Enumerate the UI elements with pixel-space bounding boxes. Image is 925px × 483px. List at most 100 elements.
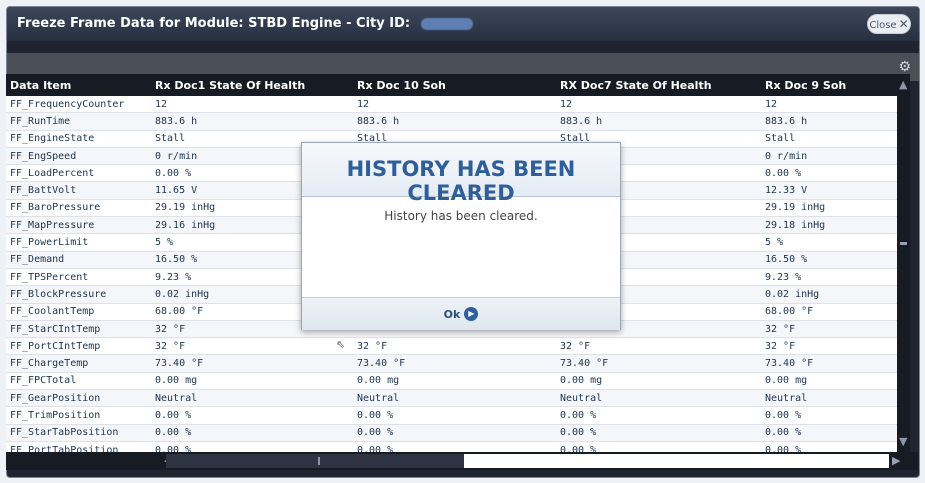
value-cell: 0.00 % [353,441,556,452]
value-cell: 0.00 % [556,424,761,442]
window-title: Freeze Frame Data for Module: STBD Engin… [17,16,473,31]
table-row[interactable]: FF_FPCTotal 0.00 mg 0.00 mg 0.00 mg 0.00 mg [6,372,897,391]
scroll-up-icon[interactable]: ▲ [899,78,907,91]
value-cell: 0.00 % [761,441,897,452]
value-cell: 12.33 V [761,181,897,200]
column-header[interactable]: Rx Doc 10 Soh [353,74,556,96]
data-item-cell: FF_LoadPercent [6,164,151,183]
data-item-cell: FF_Demand [6,251,151,269]
value-cell: 73.40 °F [151,354,353,373]
close-icon: ✕ [898,17,909,31]
gear-icon[interactable]: ⚙ [898,60,911,74]
vertical-scrollbar[interactable]: ▲ ▼ [897,74,910,452]
value-cell: 0.00 mg [353,372,556,391]
data-item-cell: FF_MapPressure [6,216,151,235]
scroll-right-icon[interactable]: ▶ [892,454,900,467]
value-cell: 12 [761,96,897,114]
value-cell: 32 °F [151,337,353,356]
data-item-cell: FF_PortTabPosition [6,441,151,452]
title-bar: Freeze Frame Data for Module: STBD Engin… [7,7,919,41]
table-row[interactable]: FF_ChargeTemp 73.40 °F 73.40 °F 73.40 °F 73.… [6,354,897,373]
data-item-cell: FF_TrimPosition [6,406,151,425]
table-row[interactable]: FF_StarTabPosition 0.00 % 0.00 % 0.00 % 0.00… [6,424,897,442]
window-title-text: Freeze Frame Data for Module: STBD Engin… [17,16,411,31]
value-cell: 32 °F [556,337,761,356]
table-row[interactable]: FF_RunTime 883.6 h 883.6 h 883.6 h 883.6 h [6,112,897,131]
value-cell: 32 °F [353,337,556,356]
horizontal-scrollbar[interactable]: ◀ ▶ [6,452,918,470]
table-row[interactable]: FF_TrimPosition 0.00 % 0.00 % 0.00 % 0.00 % [6,406,897,425]
value-cell: 32 °F [761,337,897,356]
value-cell: 883.6 h [761,112,897,131]
value-cell: 0.00 % [761,406,897,425]
value-cell: 29.19 inHg [761,199,897,218]
mouse-cursor-icon: ⇖ [336,338,346,351]
table-row[interactable]: FF_PortTabPosition 0.00 % 0.00 % 0.00 % 0.00… [6,441,897,452]
redacted-city-id [420,17,473,30]
value-cell: 0.00 mg [151,372,353,391]
column-header[interactable]: Rx Doc1 State Of Health [151,74,353,96]
value-cell: 5 % [761,233,897,252]
value-cell: 0 r/min [761,147,897,166]
close-button[interactable]: Close ✕ [867,14,911,34]
table-row[interactable]: FF_FrequencyCounter 12 12 12 12 [6,96,897,114]
data-item-cell: FF_FPCTotal [6,372,151,391]
value-cell: 9.23 % [761,268,897,287]
value-cell: 12 [353,96,556,114]
value-cell: 73.40 °F [353,354,556,373]
value-cell: 0.00 % [151,424,353,442]
value-cell: 12 [151,96,353,114]
value-cell: 29.18 inHg [761,216,897,235]
table-row[interactable]: FF_PortCIntTemp 32 °F 32 °F 32 °F 32 °F [6,337,897,356]
data-item-cell: FF_GearPosition [6,389,151,408]
data-item-cell: FF_BlockPressure [6,285,151,304]
value-cell: 68.00 °F [761,303,897,321]
value-cell: 0.00 % [761,424,897,442]
value-cell: 0.00 % [761,164,897,183]
scroll-down-icon[interactable]: ▼ [899,435,907,448]
data-item-cell: FF_BaroPressure [6,199,151,218]
value-cell: 0.00 % [556,441,761,452]
value-cell: 0.00 % [556,406,761,425]
value-cell: 0.00 mg [556,372,761,391]
column-header[interactable]: Data Item [6,74,151,96]
data-item-cell: FF_CoolantTemp [6,303,151,321]
close-label: Close [869,20,897,31]
value-cell: 883.6 h [556,112,761,131]
dialog-footer: Ok ▶ [302,297,620,330]
value-cell: 73.40 °F [556,354,761,373]
value-cell: 0.00 mg [761,372,897,391]
data-item-cell: FF_FrequencyCounter [6,96,151,114]
value-cell: 16.50 % [761,251,897,269]
data-item-cell: FF_PowerLimit [6,233,151,252]
value-cell: 883.6 h [151,112,353,131]
horizontal-scroll-thumb[interactable] [166,454,464,468]
data-item-cell: FF_ChargeTemp [6,354,151,373]
value-cell: 12 [556,96,761,114]
value-cell: 73.40 °F [761,354,897,373]
ok-label: Ok [443,307,461,321]
value-cell: Stall [761,130,897,148]
dialog-title: HISTORY HAS BEEN CLEARED [346,157,576,205]
value-cell: 0.00 % [151,406,353,425]
value-cell: 0.00 % [151,441,353,452]
value-cell: Neutral [556,389,761,408]
value-cell: 883.6 h [353,112,556,131]
table-header-row: Data Item Rx Doc1 State Of Health Rx Doc… [6,74,897,96]
column-header[interactable]: RX Doc7 State Of Health [556,74,761,96]
data-item-cell: FF_EngSpeed [6,147,151,166]
value-cell: 0.00 % [353,406,556,425]
column-header[interactable]: Rx Doc 9 Soh [761,74,897,96]
value-cell: Neutral [151,389,353,408]
table-row[interactable]: FF_GearPosition Neutral Neutral Neutral Neut… [6,389,897,408]
data-item-cell: FF_StarCIntTemp [6,320,151,339]
value-cell: 32 °F [761,320,897,339]
history-cleared-dialog: HISTORY HAS BEEN CLEARED History has bee… [301,142,621,330]
value-cell: Neutral [353,389,556,408]
data-item-cell: FF_TPSPercent [6,268,151,287]
horizontal-scroll-track[interactable] [464,454,889,468]
vertical-scroll-thumb[interactable] [900,242,907,245]
value-cell: 0.00 % [353,424,556,442]
data-item-cell: FF_EngineState [6,130,151,148]
ok-button[interactable]: Ok ▶ [434,304,488,324]
